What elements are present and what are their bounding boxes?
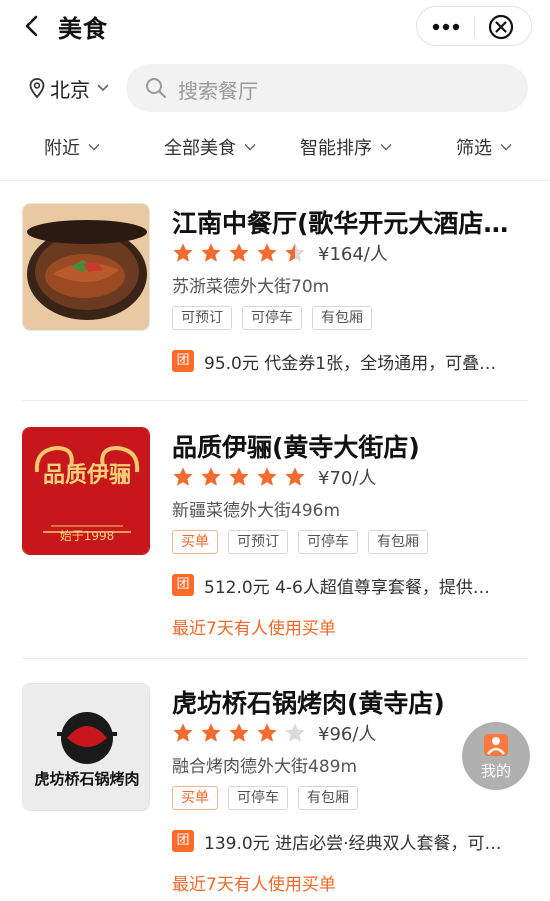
price-per-person: ¥164/人 <box>318 244 388 265</box>
star-full-icon <box>257 243 277 262</box>
recent-usage-note: 最近7天有人使用买单 <box>172 875 336 895</box>
cuisine-distance: 融合烤肉德外大街489m <box>172 757 358 777</box>
star-full-icon <box>201 243 221 262</box>
tag: 可停车 <box>242 306 302 330</box>
tag: 可预订 <box>228 530 288 554</box>
tag: 有包厢 <box>368 530 428 554</box>
chevron-down-icon <box>244 143 256 151</box>
star-empty-icon <box>285 723 305 742</box>
chevron-down-icon <box>97 84 109 92</box>
restaurant-name: 江南中餐厅(歌华开元大酒店… <box>172 209 509 238</box>
filter-divider <box>0 180 550 181</box>
filter-label: 筛选 <box>456 138 492 159</box>
price-per-person: ¥96/人 <box>318 724 377 745</box>
star-full-icon <box>229 467 249 486</box>
tag-pay: 买单 <box>172 530 218 554</box>
city-label: 北京 <box>50 77 90 102</box>
logo-text: 品质伊骊 <box>43 462 131 488</box>
restaurant-logo-icon: 虎坊桥石锅烤肉 <box>23 684 149 810</box>
card-divider <box>22 658 528 659</box>
group-deal-badge: 团 <box>172 350 194 372</box>
star-full-icon <box>257 723 277 742</box>
tag: 有包厢 <box>298 786 358 810</box>
group-deal-badge: 团 <box>172 574 194 596</box>
filter-label: 智能排序 <box>300 138 372 159</box>
city-selector[interactable]: 北京 <box>28 70 110 106</box>
filter-sort[interactable]: 智能排序 <box>300 134 392 160</box>
close-circle-icon[interactable] <box>485 12 517 42</box>
group-deal[interactable]: 团 512.0元 4-6人超值尊享套餐，提供… <box>172 572 532 598</box>
chevron-down-icon <box>88 143 100 151</box>
tag: 有包厢 <box>312 306 372 330</box>
search-icon <box>146 78 167 99</box>
deal-description: 512.0元 4-6人超值尊享套餐，提供… <box>204 577 490 598</box>
filter-category[interactable]: 全部美食 <box>164 134 256 160</box>
tag-list: 买单 可停车 有包厢 <box>172 786 368 810</box>
tag-list: 买单 可预订 可停车 有包厢 <box>172 530 438 554</box>
restaurant-photo <box>22 203 150 331</box>
tag-list: 可预订 可停车 有包厢 <box>172 306 382 330</box>
filter-label: 全部美食 <box>164 138 236 159</box>
dish-photo-icon <box>23 204 149 330</box>
card-divider <box>22 400 528 401</box>
rating-stars: ¥70/人 <box>172 464 376 490</box>
mine-label: 我的 <box>480 762 511 780</box>
restaurant-logo-icon: 品质伊骊 始于1998 <box>23 428 149 554</box>
more-icon[interactable] <box>425 11 467 43</box>
filter-bar: 附近 全部美食 智能排序 筛选 <box>0 126 550 170</box>
star-full-icon <box>257 467 277 486</box>
tag: 可预订 <box>172 306 232 330</box>
price-per-person: ¥70/人 <box>318 468 377 489</box>
group-deal-badge: 团 <box>172 830 194 852</box>
rating-stars: ¥96/人 <box>172 720 376 746</box>
filter-nearby[interactable]: 附近 <box>44 134 100 160</box>
logo-subtext: 始于1998 <box>60 529 115 543</box>
cuisine-distance: 苏浙菜德外大街70m <box>172 277 330 297</box>
top-nav-bar: 美食 <box>0 0 550 55</box>
back-arrow-icon[interactable] <box>18 12 46 40</box>
star-full-icon <box>173 723 193 742</box>
star-full-icon <box>173 467 193 486</box>
cuisine-distance: 新疆菜德外大街496m <box>172 501 341 521</box>
star-half-icon <box>285 243 305 262</box>
deal-description: 139.0元 进店必尝·经典双人套餐，可… <box>204 833 502 854</box>
page-title: 美食 <box>58 15 108 43</box>
star-full-icon <box>201 467 221 486</box>
group-deal[interactable]: 团 95.0元 代金券1张，全场通用，可叠… <box>172 348 532 374</box>
user-icon <box>484 734 508 756</box>
tag: 可停车 <box>298 530 358 554</box>
mini-program-capsule <box>416 6 532 46</box>
restaurant-name: 虎坊桥石锅烤肉(黄寺店) <box>172 689 445 718</box>
logo-text: 虎坊桥石锅烤肉 <box>34 770 139 788</box>
mine-floating-button[interactable]: 我的 <box>462 722 530 790</box>
restaurant-logo: 虎坊桥石锅烤肉 <box>22 683 150 811</box>
deal-description: 95.0元 代金券1张，全场通用，可叠… <box>204 353 497 374</box>
star-full-icon <box>229 723 249 742</box>
filter-screen[interactable]: 筛选 <box>456 134 512 160</box>
star-full-icon <box>201 723 221 742</box>
star-full-icon <box>173 243 193 262</box>
restaurant-name: 品质伊骊(黄寺大街店) <box>172 433 420 462</box>
chevron-down-icon <box>500 143 512 151</box>
rating-stars: ¥164/人 <box>172 240 388 266</box>
tag-pay: 买单 <box>172 786 218 810</box>
capsule-divider <box>474 16 475 38</box>
star-full-icon <box>229 243 249 262</box>
filter-label: 附近 <box>44 138 80 159</box>
recent-usage-note: 最近7天有人使用买单 <box>172 619 336 639</box>
search-input[interactable]: 搜索餐厅 <box>126 64 528 112</box>
group-deal[interactable]: 团 139.0元 进店必尝·经典双人套餐，可… <box>172 828 532 854</box>
star-full-icon <box>285 467 305 486</box>
restaurant-logo: 品质伊骊 始于1998 <box>22 427 150 555</box>
chevron-down-icon <box>380 143 392 151</box>
search-placeholder: 搜索餐厅 <box>178 79 258 103</box>
location-pin-icon <box>29 78 45 99</box>
tag: 可停车 <box>228 786 288 810</box>
